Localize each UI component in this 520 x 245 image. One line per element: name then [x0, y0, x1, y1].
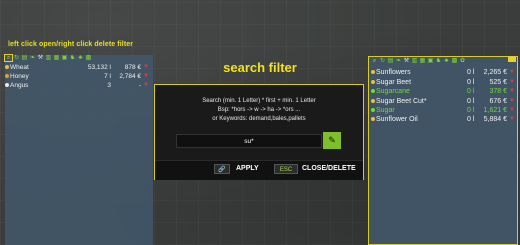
right-filter-icon-bar: ⌕ ↻ ▤ ❧ ⚒ ▥ ▦ ▣ ♞ ♣ ▩ ✿	[371, 58, 466, 64]
search-icon[interactable]: ⌕	[371, 58, 378, 64]
list-item[interactable]: Sugar 0 l 1,621 € ▼	[369, 107, 517, 116]
liquid-icon[interactable]: ▥	[45, 55, 52, 61]
sunflower-oil-icon	[371, 117, 375, 122]
left-filter-icon-bar: ⌕ ↻ ▤ ❧ ⚒ ▥ ▦ ▣ ♞ ♣ ▩	[4, 54, 92, 62]
item-quantity: 0 l	[467, 98, 475, 105]
item-name: Sunflower Oil	[376, 116, 418, 123]
search-icon[interactable]: ⌕	[4, 54, 13, 62]
price-down-arrow-icon: ▼	[509, 88, 515, 94]
grid-icon[interactable]: ▩	[85, 55, 92, 61]
price-down-arrow-icon: ▼	[509, 107, 515, 113]
refresh-icon[interactable]: ↻	[13, 55, 20, 61]
item-price: -	[138, 82, 141, 89]
refresh-icon[interactable]: ↻	[379, 58, 386, 64]
sugarcane-icon	[371, 89, 375, 94]
item-quantity: 0 l	[467, 79, 475, 86]
apply-button[interactable]: APPLY	[236, 165, 259, 172]
grid-icon[interactable]: ▩	[451, 58, 458, 64]
apply-key-icon: 🔗	[214, 164, 230, 174]
item-quantity: 0 l	[467, 88, 475, 95]
animal-icon[interactable]: ♞	[435, 58, 442, 64]
item-name: Sugar Beet Cut*	[376, 98, 427, 105]
item-name: Sugarcane	[376, 88, 410, 95]
panel-toggle-button[interactable]	[508, 57, 516, 62]
bale-icon[interactable]: ▦	[419, 58, 426, 64]
item-name: Sugar Beet	[376, 79, 412, 86]
list-item[interactable]: Sugar Beet Cut* 0 l 676 € ▼	[369, 98, 517, 107]
price-down-arrow-icon: ▼	[509, 116, 515, 122]
list-item[interactable]: Honey 7 l 2,784 € ▼	[5, 73, 153, 81]
price-down-arrow-icon: ▼	[143, 82, 149, 88]
item-name: Sunflowers	[376, 69, 411, 76]
price-down-arrow-icon: ▼	[509, 79, 515, 85]
tree-icon[interactable]: ♣	[77, 55, 84, 61]
item-price: 2,784 €	[119, 73, 141, 80]
grain-icon[interactable]: ❧	[395, 58, 402, 64]
pencil-icon: ✎	[328, 135, 336, 145]
edit-button[interactable]: ✎	[323, 132, 341, 149]
item-quantity: 7 l	[104, 73, 111, 80]
animal-icon[interactable]: ♞	[69, 55, 76, 61]
item-quantity: 0 l	[467, 69, 475, 76]
bale-icon[interactable]: ▦	[53, 55, 60, 61]
crop-icon[interactable]: ✿	[459, 58, 466, 64]
item-quantity: 53,132 l	[87, 64, 111, 71]
pallet-icon[interactable]: ▣	[61, 55, 68, 61]
sugar-beet-icon	[371, 80, 375, 85]
tree-icon[interactable]: ♣	[443, 58, 450, 64]
price-down-arrow-icon: ▼	[143, 73, 149, 79]
esc-key-icon: ESC	[274, 164, 298, 174]
tool-icon[interactable]: ⚒	[37, 55, 44, 61]
list-item[interactable]: Sugarcane 0 l 378 € ▼	[369, 88, 517, 97]
grain-icon[interactable]: ❧	[29, 55, 36, 61]
sugar-beet-cut-icon	[371, 99, 375, 104]
price-down-arrow-icon: ▼	[143, 64, 149, 70]
search-instructions-line2: Bsp: *hors -> w -> ha -> *ors ...	[217, 107, 301, 113]
sugar-icon	[371, 108, 375, 113]
list-item[interactable]: Angus 3 - ▼	[5, 82, 153, 90]
search-instructions-line1: Search (min. 1 Letter) * first + min. 1 …	[202, 98, 316, 104]
price-down-arrow-icon: ▼	[509, 98, 515, 104]
item-quantity: 3	[107, 82, 111, 89]
search-input[interactable]: su*	[176, 134, 322, 148]
liquid-icon[interactable]: ▥	[411, 58, 418, 64]
tool-icon[interactable]: ⚒	[403, 58, 410, 64]
item-quantity: 0 l	[467, 116, 475, 123]
filter-hint-caption: left click open/right click delete filte…	[8, 41, 134, 48]
list-item[interactable]: Sugar Beet 0 l 525 € ▼	[369, 79, 517, 88]
list-item[interactable]: Sunflower Oil 0 l 5,884 € ▼	[369, 116, 517, 125]
item-price: 378 €	[489, 88, 507, 95]
honey-icon	[5, 74, 9, 79]
item-name: Sugar	[376, 107, 395, 114]
item-price: 2,265 €	[483, 69, 507, 76]
close-delete-button[interactable]: CLOSE/DELETE	[302, 165, 356, 172]
wheat-icon	[5, 65, 9, 70]
cow-icon	[5, 83, 9, 88]
item-name: Angus	[10, 82, 29, 89]
item-price: 1,621 €	[483, 107, 507, 114]
sunflower-icon	[371, 70, 375, 75]
filter-icon[interactable]: ▤	[21, 55, 28, 61]
search-instructions-line3: or Keywords: demand,bales,pallets	[212, 116, 306, 122]
price-down-arrow-icon: ▼	[509, 69, 515, 75]
pallet-icon[interactable]: ▣	[427, 58, 434, 64]
item-quantity: 0 l	[467, 107, 475, 114]
filter-icon[interactable]: ▤	[387, 58, 394, 64]
list-item[interactable]: Sunflowers 0 l 2,265 € ▼	[369, 69, 517, 78]
item-price: 878 €	[124, 64, 141, 71]
list-item[interactable]: Wheat 53,132 l 878 € ▼	[5, 64, 153, 72]
item-price: 525 €	[489, 79, 507, 86]
item-name: Honey	[10, 73, 29, 80]
item-name: Wheat	[10, 64, 29, 71]
item-price: 5,884 €	[483, 116, 507, 123]
item-price: 676 €	[489, 98, 507, 105]
